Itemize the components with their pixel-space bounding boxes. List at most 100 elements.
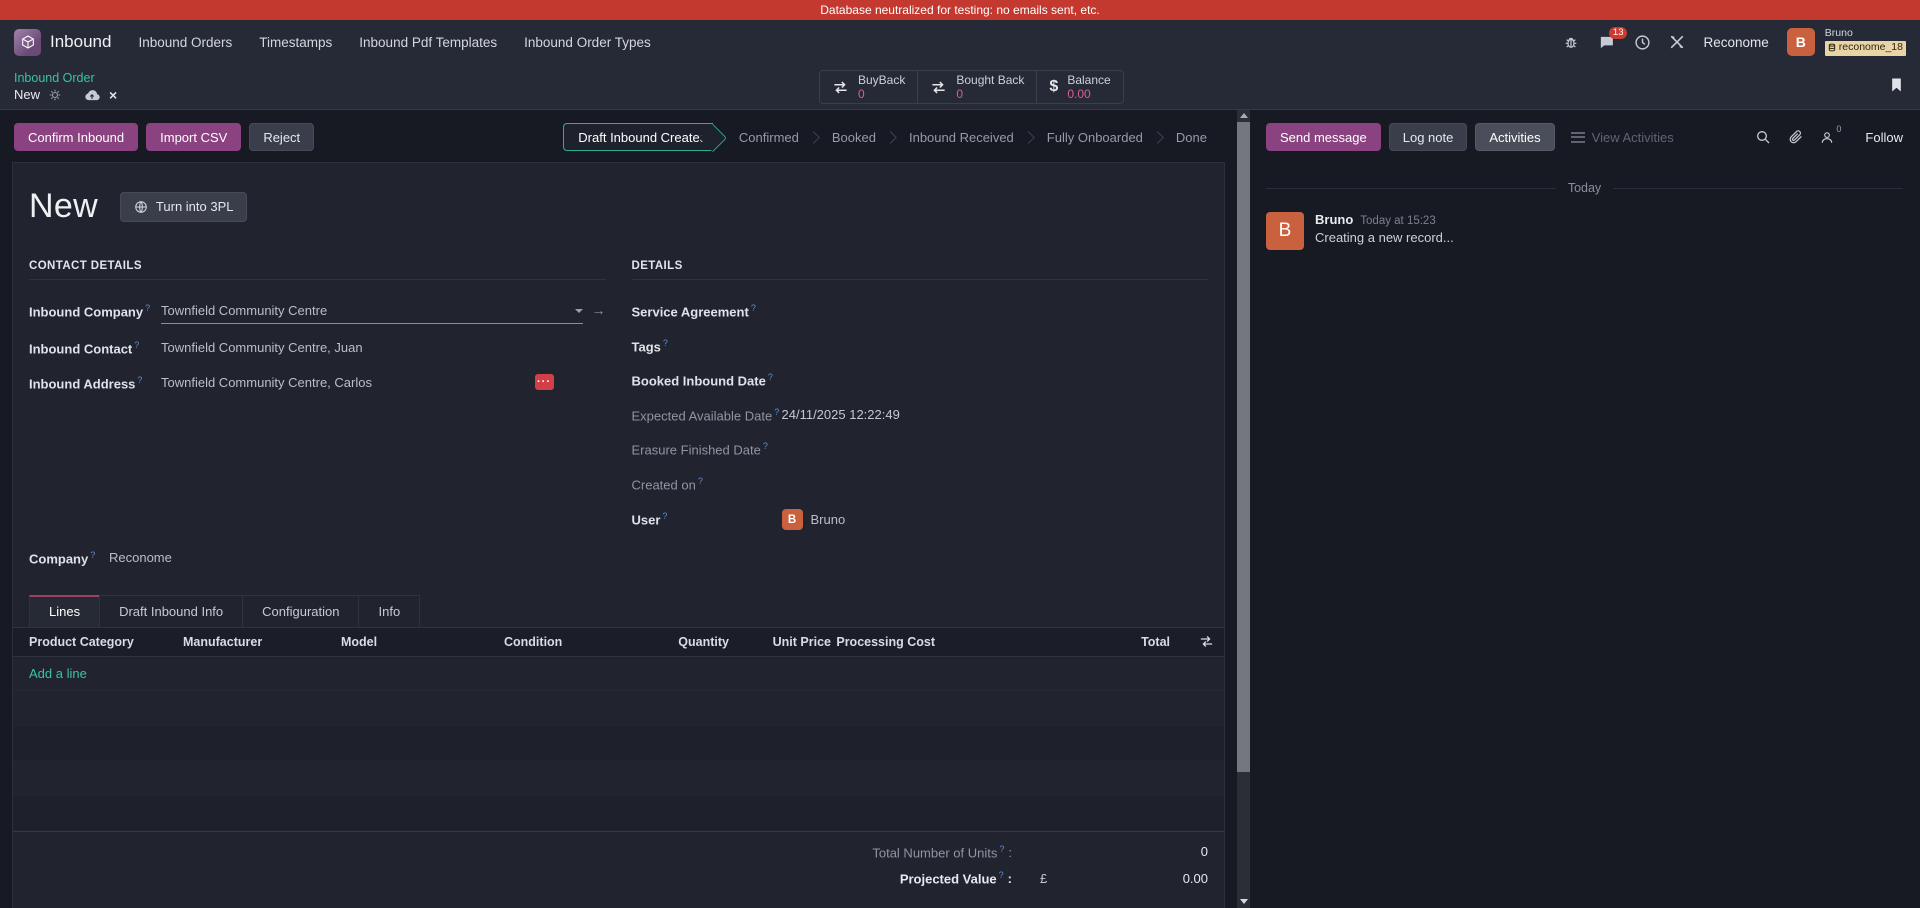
- bought-back-stat-button[interactable]: Bought Back 0: [917, 70, 1037, 104]
- stat-value: 0: [858, 87, 905, 101]
- app-name[interactable]: Inbound: [50, 32, 111, 52]
- buyback-stat-button[interactable]: BuyBack 0: [819, 70, 918, 104]
- message-timestamp: Today at 15:23: [1360, 215, 1435, 227]
- user-menu[interactable]: Bruno reconome_18: [1825, 27, 1906, 56]
- database-icon: [1828, 43, 1836, 52]
- cube-icon: [20, 34, 36, 50]
- scrollbar-thumb[interactable]: [1237, 122, 1250, 772]
- user-field-value[interactable]: Bruno: [811, 511, 846, 529]
- col-model[interactable]: Model: [325, 635, 488, 649]
- bookmark-icon[interactable]: [1890, 77, 1903, 93]
- stat-buttons: BuyBack 0 Bought Back 0 $ Balance 0.00: [820, 70, 1124, 104]
- col-product-category[interactable]: Product Category: [13, 635, 167, 649]
- balance-stat-button[interactable]: $ Balance 0.00: [1036, 70, 1123, 104]
- form-sheet: New Turn into 3PL CONTACT DETAILS Inboun…: [12, 162, 1225, 908]
- company-switcher[interactable]: Reconome: [1703, 35, 1768, 50]
- details-section-title: DETAILS: [632, 260, 1209, 280]
- menu-inbound-orders[interactable]: Inbound Orders: [138, 35, 232, 50]
- company-label: Company?: [29, 549, 109, 569]
- control-panel: Inbound Order New × BuyBack 0 Bought Bac…: [0, 64, 1920, 110]
- inbound-company-input[interactable]: Townfield Community Centre: [161, 302, 583, 324]
- col-processing-cost[interactable]: Processing Cost: [831, 635, 935, 649]
- help-icon: ?: [763, 441, 768, 451]
- log-note-button[interactable]: Log note: [1389, 123, 1468, 151]
- empty-table-row: [13, 726, 1224, 761]
- app-menu-icon[interactable]: [14, 29, 41, 56]
- user-avatar[interactable]: B: [1787, 28, 1815, 56]
- stat-value: 0: [956, 87, 1024, 101]
- tools-icon[interactable]: [1669, 34, 1685, 50]
- add-a-line-row: Add a line: [13, 657, 1224, 691]
- message-author[interactable]: Bruno: [1315, 212, 1353, 227]
- inbound-contact-value[interactable]: Townfield Community Centre, Juan: [161, 339, 363, 357]
- menu-inbound-order-types[interactable]: Inbound Order Types: [524, 35, 651, 50]
- menu-timestamps[interactable]: Timestamps: [259, 35, 332, 50]
- message-avatar: B: [1266, 212, 1304, 250]
- view-activities-button[interactable]: View Activities: [1571, 130, 1674, 145]
- followers-icon[interactable]: 0: [1820, 130, 1834, 145]
- record-title[interactable]: New: [29, 187, 98, 226]
- company-value[interactable]: Reconome: [109, 549, 172, 569]
- test-banner: Database neutralized for testing: no ema…: [0, 0, 1920, 20]
- help-icon: ?: [999, 844, 1004, 854]
- total-units-value: 0: [1108, 844, 1208, 859]
- stage-confirmed[interactable]: Confirmed: [735, 130, 803, 145]
- scroll-down-arrow-icon[interactable]: [1240, 899, 1248, 904]
- chatter-panel: Send message Log note Activities View Ac…: [1250, 110, 1920, 908]
- tab-info[interactable]: Info: [358, 595, 420, 627]
- col-manufacturer[interactable]: Manufacturer: [167, 635, 325, 649]
- inbound-address-value[interactable]: Townfield Community Centre, Carlos: [161, 374, 372, 392]
- help-icon: ?: [774, 407, 779, 417]
- repeat-icon: [930, 80, 947, 95]
- discard-icon[interactable]: ×: [109, 87, 117, 103]
- col-total[interactable]: Total: [935, 635, 1188, 649]
- import-csv-button[interactable]: Import CSV: [146, 123, 241, 151]
- stage-draft-inbound-created[interactable]: Draft Inbound Created: [563, 123, 713, 151]
- save-cloud-icon[interactable]: [84, 88, 100, 101]
- tab-configuration[interactable]: Configuration: [242, 595, 359, 627]
- internal-link-icon[interactable]: →: [592, 302, 606, 318]
- empty-table-row: [13, 796, 1224, 831]
- contact-details-section-title: CONTACT DETAILS: [29, 260, 606, 280]
- reject-button[interactable]: Reject: [249, 123, 314, 151]
- activities-button[interactable]: Activities: [1475, 123, 1554, 151]
- stage-booked[interactable]: Booked: [828, 130, 880, 145]
- breadcrumb-current: New: [14, 87, 40, 102]
- bug-icon[interactable]: [1563, 34, 1579, 50]
- inbound-company-value[interactable]: Townfield Community Centre: [161, 302, 327, 320]
- projected-value-amount: 0.00: [1108, 871, 1208, 886]
- menu-inbound-pdf-templates[interactable]: Inbound Pdf Templates: [359, 35, 497, 50]
- messages-icon[interactable]: 13: [1597, 34, 1616, 51]
- col-unit-price[interactable]: Unit Price: [729, 635, 831, 649]
- attachment-icon[interactable]: [1788, 129, 1803, 145]
- chatter-message[interactable]: B Bruno Today at 15:23 Creating a new re…: [1266, 212, 1903, 250]
- internal-user-badge-icon[interactable]: ···: [535, 374, 554, 390]
- stage-done[interactable]: Done: [1172, 130, 1211, 145]
- follow-button[interactable]: Follow: [1865, 130, 1903, 145]
- dropdown-caret-icon[interactable]: [575, 309, 583, 313]
- top-navbar: Inbound Inbound Orders Timestamps Inboun…: [0, 20, 1920, 64]
- col-quantity[interactable]: Quantity: [658, 635, 729, 649]
- help-icon: ?: [145, 303, 150, 313]
- send-message-button[interactable]: Send message: [1266, 123, 1381, 151]
- stage-inbound-received[interactable]: Inbound Received: [905, 130, 1018, 145]
- confirm-inbound-button[interactable]: Confirm Inbound: [14, 123, 138, 151]
- stage-fully-onboarded[interactable]: Fully Onboarded: [1043, 130, 1147, 145]
- projected-value-label: Projected Value?:: [900, 870, 1012, 886]
- turn-into-3pl-button[interactable]: Turn into 3PL: [120, 192, 248, 222]
- add-a-line-link[interactable]: Add a line: [29, 666, 87, 681]
- statusbar: Draft Inbound Created Confirmed Booked I…: [563, 123, 1211, 151]
- optional-columns-icon[interactable]: [1188, 635, 1224, 648]
- breadcrumb-parent-link[interactable]: Inbound Order: [14, 71, 117, 85]
- booked-inbound-date-label: Booked Inbound Date?: [632, 371, 782, 391]
- main-scrollbar[interactable]: [1237, 110, 1250, 908]
- search-messages-icon[interactable]: [1755, 129, 1771, 145]
- col-condition[interactable]: Condition: [488, 635, 658, 649]
- tab-lines[interactable]: Lines: [29, 595, 100, 627]
- scroll-up-arrow-icon[interactable]: [1240, 113, 1248, 118]
- activity-clock-icon[interactable]: [1634, 34, 1651, 51]
- gear-icon[interactable]: [49, 89, 61, 101]
- follower-count: 0: [1836, 124, 1841, 134]
- tab-draft-inbound-info[interactable]: Draft Inbound Info: [99, 595, 243, 627]
- chevron-right-icon: [884, 131, 897, 144]
